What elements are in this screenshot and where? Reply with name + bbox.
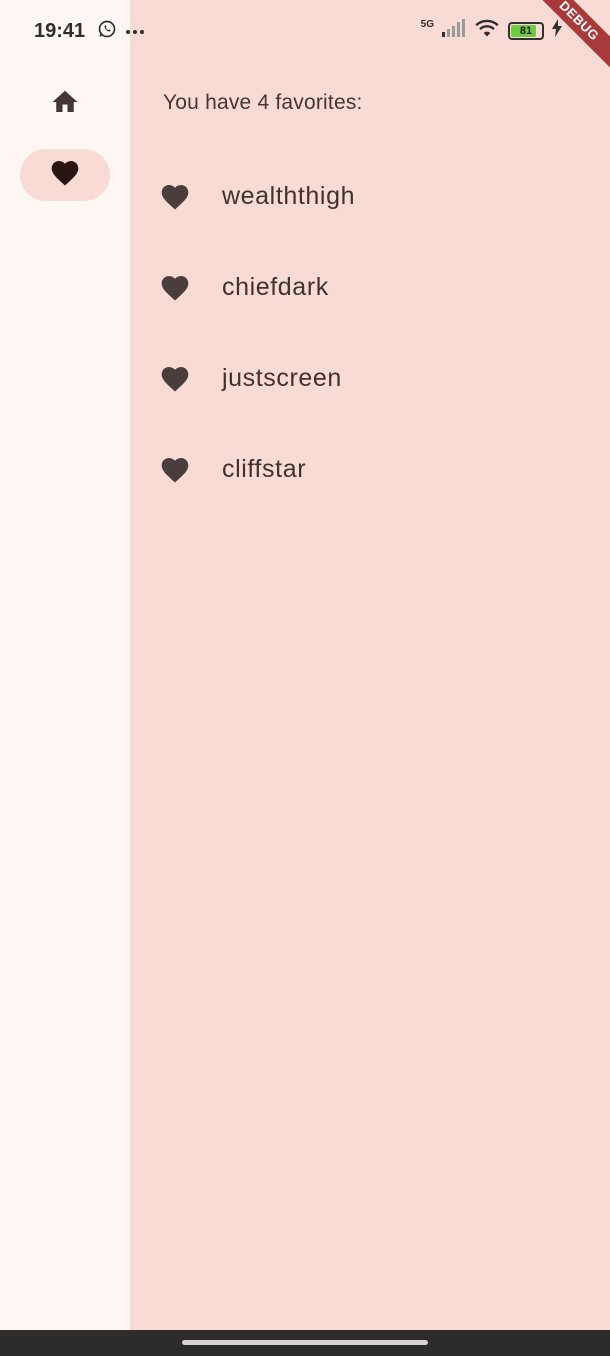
system-navigation-bar [0, 1330, 610, 1356]
rail-destination-favorites[interactable] [20, 149, 110, 201]
rail-destination-home[interactable] [20, 78, 110, 130]
heart-icon [158, 363, 192, 395]
home-gesture-handle[interactable] [182, 1340, 428, 1345]
favorites-count-text: You have 4 favorites: [163, 91, 363, 114]
favorite-label: chiefdark [222, 273, 329, 301]
favorite-icon [48, 157, 82, 194]
favorite-item-cliffstar[interactable]: cliffstar [130, 424, 610, 515]
favorite-label: justscreen [222, 364, 342, 392]
heart-icon [158, 454, 192, 486]
app-screen: You have 4 favorites: wealththigh chiefd… [0, 0, 610, 1356]
favorite-item-chiefdark[interactable]: chiefdark [130, 242, 610, 333]
favorite-item-wealththigh[interactable]: wealththigh [130, 151, 610, 242]
heart-icon [158, 181, 192, 213]
favorite-label: wealththigh [222, 182, 356, 210]
favorite-label: cliffstar [222, 455, 307, 483]
home-icon [49, 87, 81, 122]
heart-icon [158, 272, 192, 304]
favorites-list: wealththigh chiefdark justscreen cliffst… [130, 151, 610, 515]
navigation-rail [0, 0, 130, 1330]
favorites-page: You have 4 favorites: wealththigh chiefd… [130, 0, 610, 1330]
favorite-item-justscreen[interactable]: justscreen [130, 333, 610, 424]
